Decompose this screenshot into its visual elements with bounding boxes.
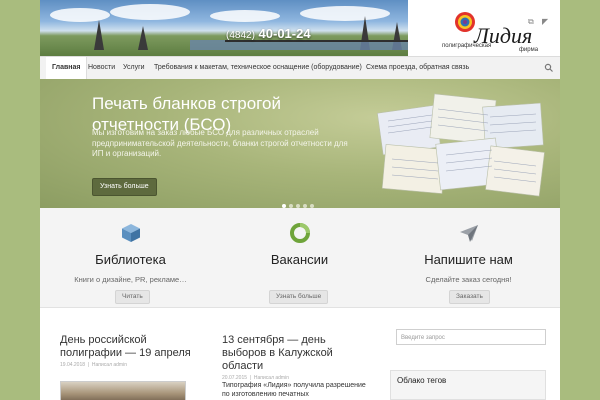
features-row: Библиотека Книги о дизайне, PR, рекламе……: [40, 208, 560, 308]
post-thumbnail[interactable]: [60, 381, 186, 400]
logo-subtitle: полиграфическая: [442, 43, 492, 49]
feature-vacancies: Вакансии Узнать больше: [213, 208, 386, 307]
phone-code: (4842): [226, 30, 255, 41]
post-title[interactable]: 13 сентября — день выборов в Калужской о…: [222, 334, 372, 373]
main-nav: Главная Новости Услуги Требования к маке…: [40, 56, 560, 80]
cube-icon: [122, 224, 140, 242]
post-item: 13 сентября — день выборов в Калужской о…: [222, 334, 372, 381]
read-button[interactable]: Читать: [115, 290, 150, 304]
search-icon[interactable]: [544, 63, 554, 73]
phone-number: 40-01-24: [258, 26, 311, 41]
nav-item-home[interactable]: Главная: [46, 57, 88, 79]
logo[interactable]: Лидия полиграфическая фирма ⧉ ◤: [408, 0, 560, 56]
nav-item-news[interactable]: Новости: [88, 57, 115, 79]
feature-contact: Напишите нам Сделайте заказ сегодня! Зак…: [382, 208, 555, 307]
rss-icon[interactable]: ◤: [542, 17, 548, 26]
nav-item-requirements[interactable]: Требования к макетам, техническое оснаще…: [154, 57, 362, 79]
paper-plane-icon: [460, 225, 478, 242]
post-item: День российской полиграфии — 19 апреля 1…: [60, 334, 200, 368]
header-phone: (4842) 40-01-24: [226, 26, 311, 41]
post-meta: 19.04.2018 | Написал admin: [60, 362, 127, 368]
feature-title: Вакансии: [270, 252, 329, 267]
ring-icon: [290, 223, 310, 243]
logo-subtitle-2: фирма: [519, 47, 539, 53]
nav-item-directions[interactable]: Схема проезда, обратная связь: [366, 57, 469, 79]
tag-cloud-widget: Облако тегов: [390, 370, 546, 400]
widget-title: Облако тегов: [397, 376, 447, 385]
header-banner: (4842) 40-01-24: [40, 0, 408, 56]
feed-icon[interactable]: ⧉: [528, 17, 534, 27]
post-date: 19.04.2018: [60, 362, 86, 368]
hero-slider: Печать бланков строгой отчетности (БСО) …: [40, 79, 560, 208]
learn-more-button[interactable]: Узнать больше: [92, 178, 157, 196]
nav-item-services[interactable]: Услуги: [123, 57, 145, 79]
post-title[interactable]: День российской полиграфии — 19 апреля: [60, 334, 200, 360]
slide-image-forms: [377, 93, 545, 197]
page-wrapper: (4842) 40-01-24 Лидия полиграфическая фи…: [40, 0, 560, 400]
feature-title: Библиотека: [95, 252, 166, 267]
order-button[interactable]: Заказать: [449, 290, 490, 304]
feature-title: Напишите нам: [424, 252, 513, 267]
logo-mark-icon: [455, 12, 475, 32]
search-input[interactable]: Введите запрос: [396, 329, 546, 345]
learn-more-vacancies-button[interactable]: Узнать больше: [269, 290, 329, 304]
slide-text: Мы изготовим на заказ любые БСО для разл…: [92, 128, 348, 158]
feature-text: Сделайте заказ сегодня!: [425, 275, 512, 284]
feature-library: Библиотека Книги о дизайне, PR, рекламе……: [44, 208, 217, 307]
feature-text: Книги о дизайне, PR, рекламе…: [74, 275, 187, 284]
post-author[interactable]: Написал admin: [92, 362, 127, 368]
slider-dots: [282, 195, 317, 208]
post-excerpt: Типография «Лидия» получила разрешение п…: [222, 382, 366, 398]
